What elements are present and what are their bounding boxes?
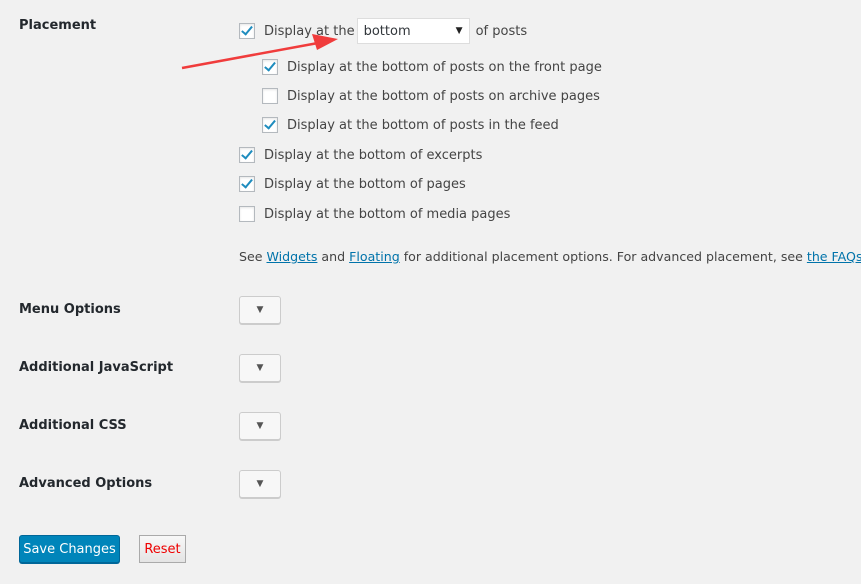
arrow-head (312, 34, 338, 50)
arrow-shaft (181, 41, 319, 70)
annotation-arrow-icon (181, 34, 338, 70)
